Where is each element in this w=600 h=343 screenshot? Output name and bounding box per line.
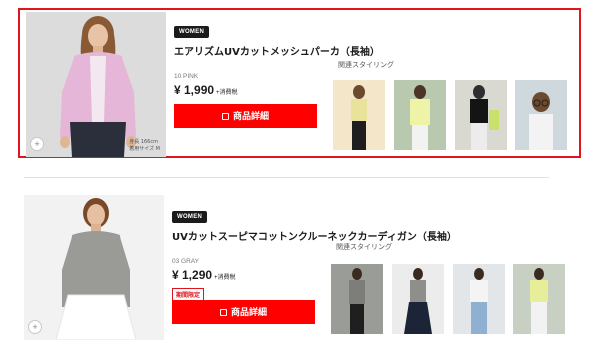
product-info: WOMEN エアリズムUVカットメッシュパーカ（長袖） 10 PINK ¥ 1,… [174,18,380,97]
product-color: 10 PINK [174,73,199,80]
styling-thumbnail[interactable] [394,80,446,150]
category-badge: WOMEN [172,211,208,223]
styling-thumbnail[interactable] [333,80,385,150]
styling-thumbnail[interactable] [513,264,565,334]
detail-icon [219,309,227,316]
product-card-1[interactable]: + 身長 166cm 着用サイズ M WOMEN エアリズムUVカットメッシュパ… [18,8,581,158]
product-detail-button[interactable]: 商品詳細 [174,104,317,128]
product-color: 03 GRAY [172,258,199,265]
styling-thumbnail[interactable] [392,264,444,334]
styling-thumbnail[interactable] [331,264,383,334]
model-caption: 身長 166cm 着用サイズ M [129,139,160,152]
product-image[interactable]: + 身長 166cm 着用サイズ M [26,12,166,157]
related-styling-label: 関連スタイリング [338,61,394,69]
product-price: ¥ 1,990 +消費税 [174,83,238,97]
related-styling-label: 関連スタイリング [336,243,392,251]
product-title[interactable]: エアリズムUVカットメッシュパーカ（長袖） [174,43,434,58]
styling-thumbnail[interactable] [453,264,505,334]
styling-thumbnail[interactable] [455,80,507,150]
zoom-icon[interactable]: + [30,137,44,151]
category-badge: WOMEN [174,26,210,38]
product-image[interactable]: + [24,195,164,340]
divider [24,177,549,178]
product-title[interactable]: UVカットスーピマコットンクルーネックカーディガン（長袖） [172,228,457,243]
styling-thumbnail[interactable] [515,80,567,150]
detail-icon [221,113,229,120]
product-detail-button[interactable]: 商品詳細 [172,300,315,324]
product-price: ¥ 1,290 +消費税 [172,268,236,282]
product-card-2[interactable]: + WOMEN UVカットスーピマコットンクルーネックカーディガン（長袖） 03… [18,193,581,343]
zoom-icon[interactable]: + [28,320,42,334]
product-info: WOMEN UVカットスーピマコットンクルーネックカーディガン（長袖） 03 G… [172,203,457,301]
